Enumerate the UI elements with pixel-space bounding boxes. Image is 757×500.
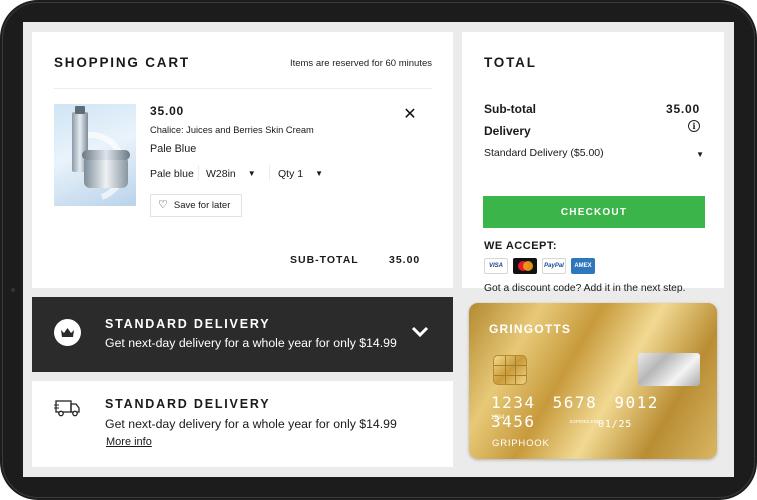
shopping-cart-panel: SHOPPING CART Items are reserved for 60 …	[32, 32, 453, 288]
quantity-select-value: Qty 1	[278, 168, 304, 180]
visa-icon: VISA	[484, 258, 508, 274]
cart-subtotal-label: SUB-TOTAL	[290, 254, 359, 266]
total-subtotal-label: Sub-total	[484, 102, 536, 116]
item-price: 35.00	[150, 104, 185, 118]
jar-lid-shape	[82, 150, 130, 160]
chevron-down-icon[interactable]	[410, 324, 430, 340]
reserve-note: Items are reserved for 60 minutes	[289, 58, 432, 69]
cart-divider	[54, 88, 432, 89]
standard-delivery-banner: STANDARD DELIVERY Get next-day delivery …	[32, 381, 453, 467]
product-color: Pale Blue	[150, 143, 197, 155]
delivery-select-value: Standard Delivery ($5.00)	[484, 147, 604, 159]
card-expiry: 01/25	[598, 419, 633, 430]
crown-icon	[54, 319, 81, 346]
total-title: TOTAL	[484, 55, 537, 70]
cart-subtotal-value: 35.00	[389, 254, 421, 266]
chevron-down-icon: ▼	[696, 150, 704, 159]
option-separator	[198, 165, 199, 181]
screen: SHOPPING CART Items are reserved for 60 …	[23, 22, 734, 477]
remove-item-close-icon[interactable]: ✕	[403, 107, 417, 123]
total-subtotal-value: 35.00	[665, 102, 700, 116]
product-image[interactable]	[54, 104, 136, 206]
banner-title: STANDARD DELIVERY	[105, 317, 271, 331]
card-bank-name: GRINGOTTS	[489, 322, 572, 336]
card-expires-label: EXPIRES END	[570, 419, 601, 424]
banner-text: Get next-day delivery for a whole year f…	[105, 417, 397, 431]
more-info-link[interactable]: More info	[106, 436, 152, 448]
discount-note: Got a discount code? Add it in the next …	[484, 283, 686, 294]
chevron-down-icon: ▼	[315, 169, 324, 178]
banner-title: STANDARD DELIVERY	[105, 397, 271, 411]
product-name[interactable]: Chalice: Juices and Berries Skin Cream	[150, 125, 314, 135]
option-separator	[269, 165, 270, 181]
color-option: Pale blue	[150, 168, 194, 180]
amex-icon: AMEX	[571, 258, 595, 274]
truck-icon	[54, 398, 82, 418]
card-holder: GRIPHOOK	[492, 438, 550, 449]
checkout-button[interactable]: CHECKOUT	[483, 196, 705, 228]
delivery-label: Delivery	[484, 124, 531, 138]
quantity-select[interactable]: Qty 1 ▼	[278, 168, 323, 180]
jar-shape	[84, 156, 128, 188]
payment-icons: VISA PayPal AMEX	[484, 258, 595, 274]
banner-text: Get next-day delivery for a whole year f…	[105, 336, 397, 350]
total-panel: TOTAL Sub-total 35.00 Delivery i Standar…	[462, 32, 724, 294]
size-select[interactable]: W28in ▼	[206, 168, 256, 180]
camera-dot	[11, 288, 15, 292]
premier-delivery-banner[interactable]: STANDARD DELIVERY Get next-day delivery …	[32, 297, 453, 372]
size-select-value: W28in	[206, 168, 236, 180]
save-for-later-button[interactable]: ♡ Save for later	[150, 194, 242, 217]
cart-title: SHOPPING CART	[54, 55, 190, 70]
save-for-later-label: Save for later	[173, 200, 231, 211]
delivery-select[interactable]: Standard Delivery ($5.00) ▼	[484, 147, 704, 159]
credit-card: GRINGOTTS 1234 5678 9012 3456 1234 EXPIR…	[469, 303, 717, 459]
info-icon[interactable]: i	[688, 120, 700, 132]
chip-icon	[493, 355, 527, 385]
tablet-frame: SHOPPING CART Items are reserved for 60 …	[0, 0, 757, 500]
hologram-icon	[638, 353, 700, 386]
heart-icon: ♡	[158, 199, 168, 211]
mastercard-icon	[513, 258, 537, 274]
card-sub-number: 1234	[491, 415, 505, 421]
paypal-icon: PayPal	[542, 258, 566, 274]
bottle-cap-shape	[75, 106, 85, 114]
chevron-down-icon: ▼	[247, 169, 256, 178]
we-accept-label: WE ACCEPT:	[484, 240, 558, 252]
